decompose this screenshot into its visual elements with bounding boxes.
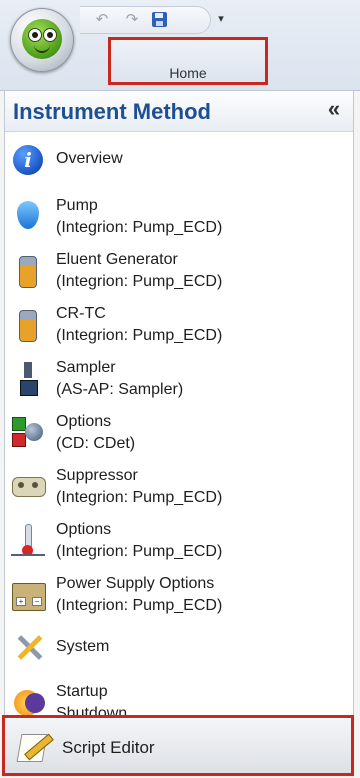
nav-item-sampler[interactable]: Sampler (AS-AP: Sampler) [5,353,353,405]
nav-item-options-integrion[interactable]: Options (Integrion: Pump_ECD) [5,515,353,567]
nav-item-power-supply-options[interactable]: + − Power Supply Options (Integrion: Pum… [5,569,353,621]
nav-item-suppressor[interactable]: Suppressor (Integrion: Pump_ECD) [5,461,353,513]
cartridge-icon [11,253,45,289]
quick-access-toolbar: ↶ ↷ [80,6,211,34]
undo-icon[interactable]: ↶ [92,10,112,30]
info-icon: i [11,143,45,179]
script-editor-inner: Script Editor [5,718,351,773]
ribbon: ↶ ↷ ▾ Home [0,0,360,91]
nav-item-label: Suppressor [56,467,138,484]
nav-item-sub: (Integrion: Pump_ECD) [56,273,223,290]
nav-item-label: Pump [56,197,98,214]
detector-options-icon [11,415,45,451]
nav-item-label: Options [56,521,112,538]
nav-item-label: Eluent Generator [56,251,178,268]
nav-list-viewport: i Overview Pump (Integrion: Pump_ECD) El… [5,91,353,721]
script-editor-icon [16,729,54,763]
nav-item-text: Options (Integrion: Pump_ECD) [56,519,222,563]
nav-item-sub: (Integrion: Pump_ECD) [56,597,223,614]
nav-item-text: Eluent Generator (Integrion: Pump_ECD) [56,249,222,293]
nav-item-label: CR-TC [56,305,106,322]
nav-item-eluent-generator[interactable]: Eluent Generator (Integrion: Pump_ECD) [5,245,353,297]
nav-item-sub: (Integrion: Pump_ECD) [56,489,223,506]
nav-item-cr-tc[interactable]: CR-TC (Integrion: Pump_ECD) [5,299,353,351]
nav-item-label: Startup [56,683,108,700]
nav-item-label: System [56,638,110,655]
power-supply-icon: + − [11,577,46,613]
navigation-pane: Instrument Method « i Overview Pump (Int… [4,90,354,776]
nav-item-label: Options [56,413,112,430]
thermometer-icon [11,523,45,559]
nav-item-script-editor[interactable]: Script Editor [2,715,354,776]
suppressor-icon [11,469,46,505]
cartridge-icon [11,307,45,343]
nav-item-sub: (Integrion: Pump_ECD) [56,327,223,344]
nav-item-sub: (Integrion: Pump_ECD) [56,219,223,236]
sampler-icon [11,361,45,397]
nav-item-text: Pump (Integrion: Pump_ECD) [56,195,222,239]
nav-item-label: Overview [56,150,123,167]
water-drop-icon [11,199,45,235]
customize-toolbar-icon[interactable]: ▾ [214,10,228,26]
nav-item-pump[interactable]: Pump (Integrion: Pump_ECD) [5,191,353,243]
nav-item-system[interactable]: System [5,623,353,675]
nav-item-sub: (CD: CDet) [56,435,136,452]
tab-home-label: Home [169,65,207,81]
nav-item-options-cd[interactable]: Options (CD: CDet) [5,407,353,459]
script-editor-label: Script Editor [62,738,155,757]
save-icon[interactable] [150,10,170,30]
nav-item-text: Sampler (AS-AP: Sampler) [56,357,183,401]
nav-item-label: Sampler [56,359,116,376]
redo-icon[interactable]: ↷ [122,10,142,30]
nav-item-text: CR-TC (Integrion: Pump_ECD) [56,303,222,347]
nav-item-label: Power Supply Options [56,575,215,592]
nav-item-text: Suppressor (Integrion: Pump_ECD) [56,465,222,509]
app-logo-icon [22,19,62,59]
nav-item-sub: (AS-AP: Sampler) [56,381,184,398]
application-menu-button[interactable] [10,8,74,72]
nav-item-overview[interactable]: i Overview [5,135,353,187]
nav-item-text: Power Supply Options (Integrion: Pump_EC… [56,573,222,617]
tools-icon [11,631,45,667]
nav-item-text: Options (CD: CDet) [56,411,135,455]
nav-item-sub: (Integrion: Pump_ECD) [56,543,223,560]
tab-home[interactable]: Home [108,37,268,85]
